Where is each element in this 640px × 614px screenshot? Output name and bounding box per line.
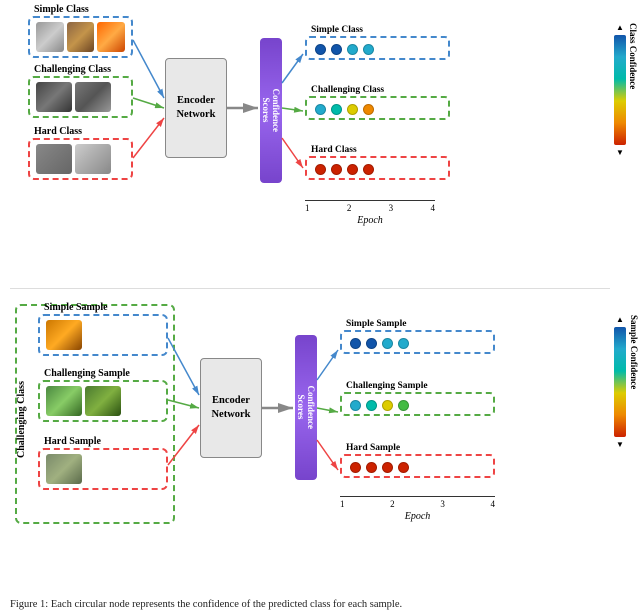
caption-text: Figure 1: Each circular node represents … bbox=[10, 599, 402, 610]
main-container: Simple Class Challenging Class Hard Clas… bbox=[0, 0, 640, 614]
colorbar-label-bottom: Sample Confidence bbox=[629, 315, 639, 445]
arrows-top bbox=[10, 8, 630, 278]
top-diagram: Simple Class Challenging Class Hard Clas… bbox=[10, 8, 630, 278]
caption: Figure 1: Each circular node represents … bbox=[10, 599, 610, 610]
arrows-bottom bbox=[10, 300, 630, 570]
bottom-diagram: Challenging Class Simple Sample Challeng… bbox=[10, 300, 630, 570]
divider-line bbox=[10, 288, 610, 289]
